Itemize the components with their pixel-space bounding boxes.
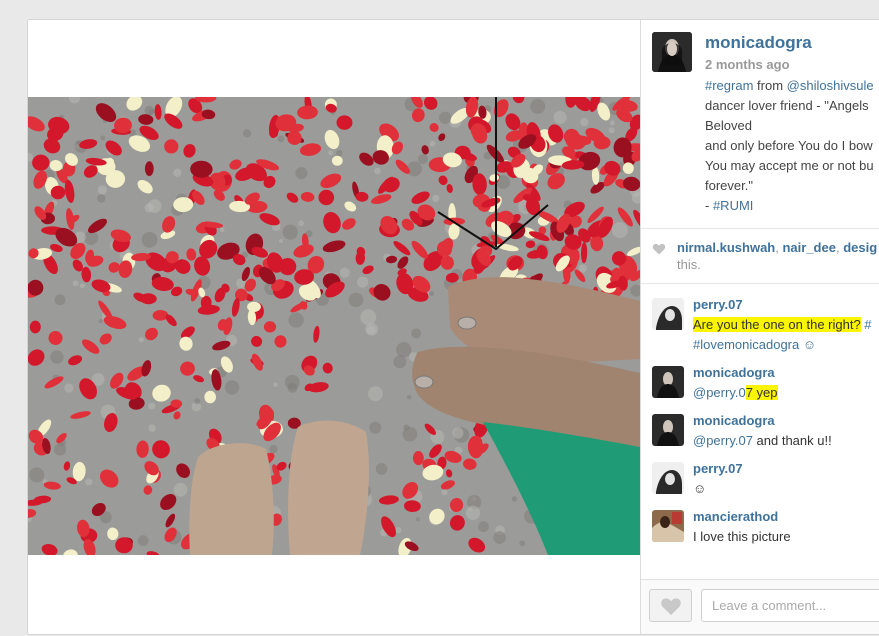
- caption-dash: -: [705, 198, 713, 213]
- likes-suffix: this.: [677, 257, 701, 272]
- avatar-photo-icon: [652, 414, 684, 446]
- avatar-photo-icon: [652, 510, 684, 542]
- avatar-photo-icon: [652, 298, 684, 330]
- comment-body: and thank u!!: [752, 433, 832, 448]
- likes-list: nirmal.kushwah, nair_dee, desig this.: [677, 239, 879, 273]
- commenter-avatar[interactable]: [652, 298, 684, 330]
- comment-username[interactable]: monicadogra: [693, 413, 775, 428]
- divider: [641, 283, 879, 284]
- hashtag-regram[interactable]: #regram: [705, 78, 753, 93]
- comment-username[interactable]: monicadogra: [693, 365, 775, 380]
- caption-line-5: You may accept me or not bu: [705, 158, 874, 173]
- photo-area: [28, 20, 641, 634]
- divider: [641, 228, 879, 229]
- comment-input[interactable]: [701, 589, 879, 622]
- caption-line-6: forever.": [705, 178, 753, 193]
- commenter-avatar[interactable]: [652, 414, 684, 446]
- commenter-avatar[interactable]: [652, 366, 684, 398]
- caption-line-1: #regram from @shiloshivsule: [705, 76, 879, 96]
- comment-text: @perry.07 yep: [693, 383, 778, 403]
- comment-username[interactable]: mancierathod: [693, 509, 778, 524]
- post-caption: #regram from @shiloshivsule dancer lover…: [705, 76, 879, 216]
- comment-text: Are you the one on the right? # #lovemoni…: [693, 315, 872, 355]
- heart-icon: [652, 243, 666, 255]
- commenter-avatar[interactable]: [652, 510, 684, 542]
- comment-username[interactable]: perry.07: [693, 461, 743, 476]
- mention-perry07[interactable]: @perry.07: [693, 433, 753, 448]
- post-timestamp[interactable]: 2 months ago: [705, 57, 790, 72]
- hashtag-rumi[interactable]: #RUMI: [713, 198, 753, 213]
- mention-perry07[interactable]: @perry.0: [693, 385, 746, 400]
- owner-avatar[interactable]: [652, 32, 692, 72]
- caption-line-4: and only before You do I bow: [705, 138, 873, 153]
- like-button[interactable]: [649, 589, 692, 622]
- post-photo[interactable]: [28, 97, 640, 555]
- comment-text: @perry.07 and thank u!!: [693, 431, 832, 451]
- owner-username[interactable]: monicadogra: [705, 33, 812, 53]
- like-user-2[interactable]: nair_dee: [782, 240, 835, 255]
- avatar-photo-icon: [652, 366, 684, 398]
- highlighted-text: Are you the one on the right?: [693, 317, 861, 332]
- post-sidebar: monicadogra 2 months ago #regram from @s…: [641, 20, 879, 634]
- caption-line-3: Beloved: [705, 118, 752, 133]
- post-card: monicadogra 2 months ago #regram from @s…: [27, 19, 879, 635]
- caption-from-text: from: [753, 78, 787, 93]
- comment-text: I love this picture: [693, 529, 791, 544]
- avatar-photo-icon: [652, 462, 684, 494]
- avatar-photo-icon: [652, 32, 692, 72]
- like-user-1[interactable]: nirmal.kushwah: [677, 240, 775, 255]
- mention-shiloshivsule[interactable]: @shiloshivsule: [787, 78, 874, 93]
- highlighted-text: 7 yep: [745, 385, 778, 400]
- like-user-3[interactable]: desig: [843, 240, 877, 255]
- commenter-avatar[interactable]: [652, 462, 684, 494]
- caption-line-7: - #RUMI: [705, 196, 879, 216]
- comment-hashtag[interactable]: #: [861, 317, 871, 332]
- comment-footer: [641, 579, 879, 634]
- heart-icon: [661, 598, 681, 615]
- comment-username[interactable]: perry.07: [693, 297, 743, 312]
- comment-text: ☺: [693, 481, 707, 496]
- caption-line-2: dancer lover friend - "Angels: [705, 98, 869, 113]
- hashtag-lovemonicadogra[interactable]: #lovemonicadogra ☺: [693, 337, 816, 352]
